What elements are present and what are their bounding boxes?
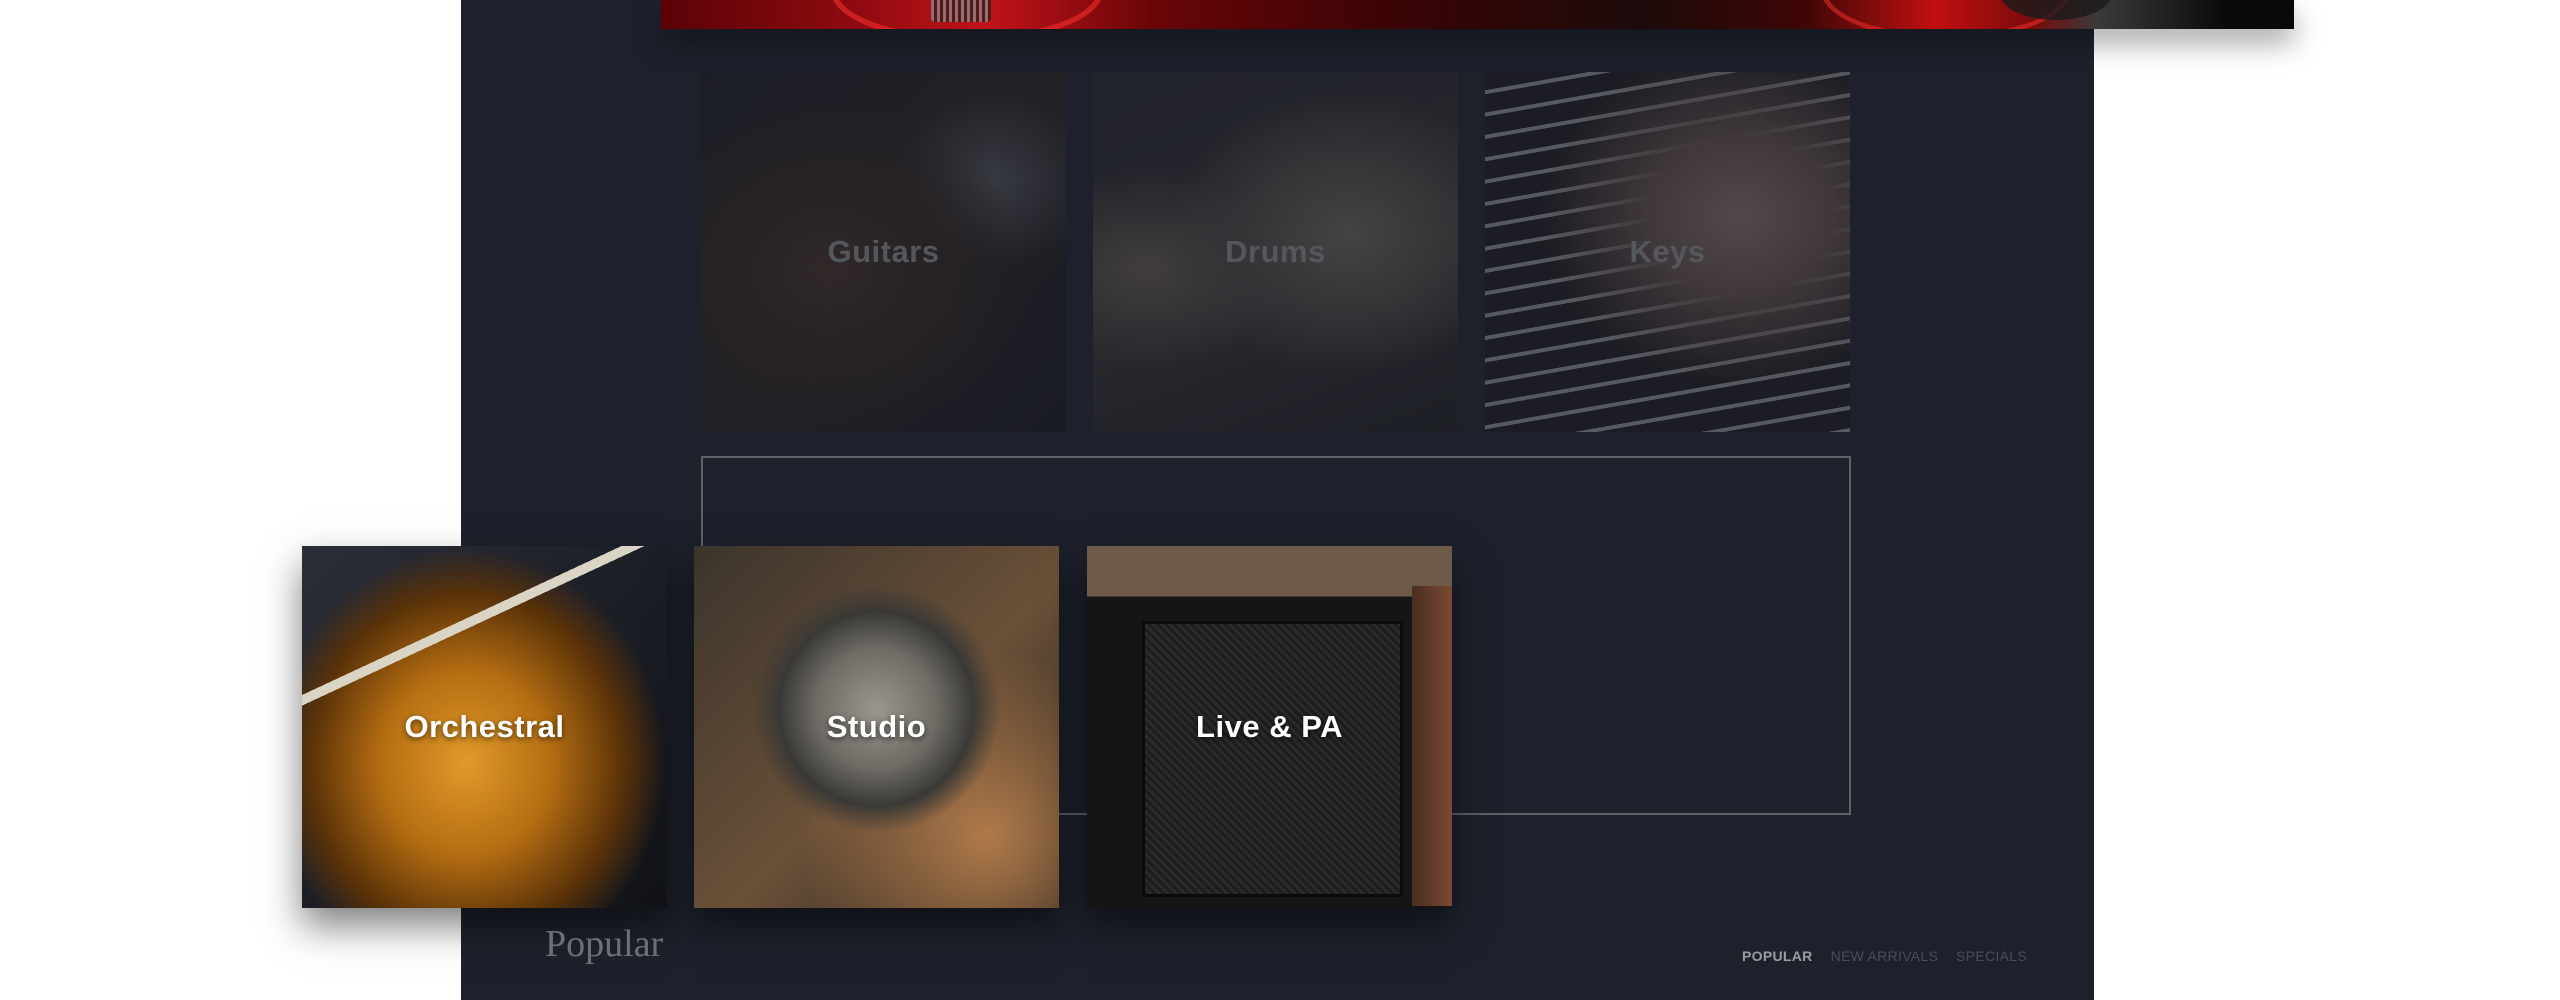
product-filter-tabs: POPULAR NEW ARRIVALS SPECIALS xyxy=(1742,948,2027,964)
hero-banner xyxy=(661,0,2294,29)
hero-image-pickup xyxy=(931,0,991,22)
category-tile-studio[interactable]: Studio xyxy=(694,546,1059,908)
category-label: Live & PA xyxy=(1196,709,1343,744)
category-tile-guitars[interactable]: Guitars xyxy=(701,72,1066,432)
category-tile-live-pa[interactable]: Live & PA xyxy=(1087,546,1452,908)
category-label: Guitars xyxy=(827,234,940,269)
category-label: Drums xyxy=(1225,234,1326,269)
category-label: Keys xyxy=(1629,234,1706,269)
category-label: Studio xyxy=(826,709,927,744)
category-tile-keys[interactable]: Keys xyxy=(1485,72,1850,432)
category-tile-drums[interactable]: Drums xyxy=(1093,72,1458,432)
category-tile-orchestral[interactable]: Orchestral xyxy=(302,546,667,908)
tab-popular[interactable]: POPULAR xyxy=(1742,948,1813,964)
tab-new-arrivals[interactable]: NEW ARRIVALS xyxy=(1831,948,1939,964)
tab-specials[interactable]: SPECIALS xyxy=(1956,948,2027,964)
section-title-popular: Popular xyxy=(545,923,664,965)
category-label: Orchestral xyxy=(404,709,565,744)
